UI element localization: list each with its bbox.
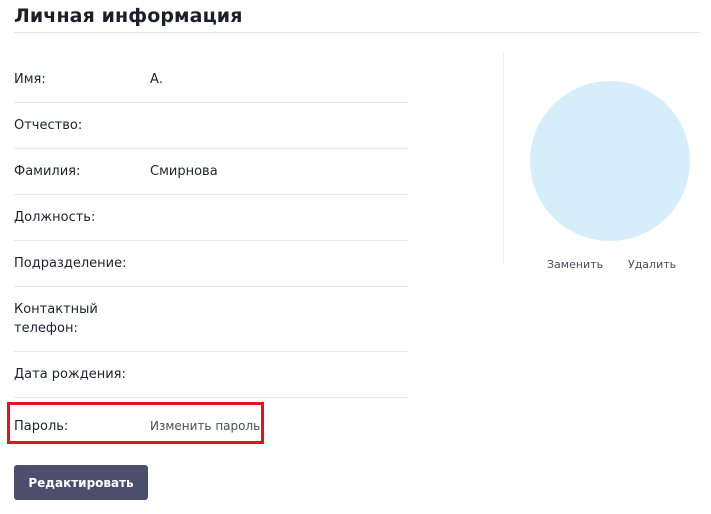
edit-button[interactable]: Редактировать [14,465,148,500]
field-row-first-name: Имя: А. [14,57,408,103]
vertical-divider [503,52,504,264]
position-label: Должность: [14,210,96,225]
field-row-last-name: Фамилия: Смирнова [14,149,408,195]
field-row-position: Должность: [14,195,408,241]
title-divider [14,32,700,33]
last-name-value: Смирнова [150,164,218,179]
first-name-label: Имя: [14,72,46,87]
patronymic-label: Отчество: [14,118,83,133]
last-name-label: Фамилия: [14,164,81,179]
delete-avatar-link[interactable]: Удалить [628,258,676,271]
password-label: Пароль: [14,418,69,434]
replace-avatar-link[interactable]: Заменить [547,258,603,271]
field-row-birth-date: Дата рождения: [14,352,408,398]
page-title: Личная информация [14,5,243,27]
first-name-value: А. [150,72,164,87]
department-label: Подразделение: [14,256,127,271]
birth-date-label: Дата рождения: [14,367,126,382]
field-row-department: Подразделение: [14,241,408,287]
field-row-password: Пароль: Изменить пароль [14,398,408,454]
personal-info-form: Имя: А. Отчество: Фамилия: Смирнова Долж… [14,57,408,454]
phone-label: Контактный телефон: [14,302,98,336]
field-row-phone: Контактный телефон: [14,287,408,352]
field-row-patronymic: Отчество: [14,103,408,149]
avatar[interactable] [530,81,690,241]
change-password-link[interactable]: Изменить пароль [150,419,260,433]
